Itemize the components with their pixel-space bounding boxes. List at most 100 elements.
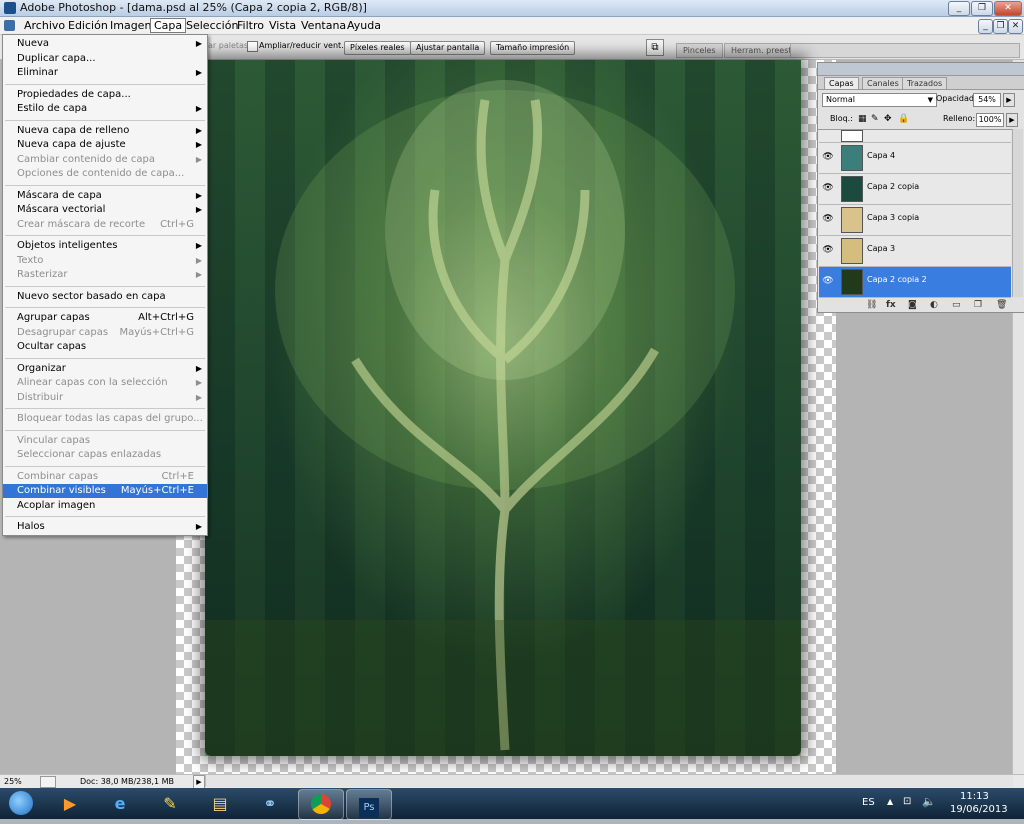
doc-restore-button[interactable]: ❐ [993, 19, 1008, 34]
layers-scrollbar[interactable] [1012, 129, 1023, 297]
menu-item-label: Ocultar capas [17, 341, 87, 352]
visibility-eye-icon[interactable]: 👁 [822, 214, 834, 224]
menu-ayuda[interactable]: Ayuda [344, 18, 384, 33]
menu-filtro[interactable]: Filtro [234, 18, 267, 33]
zoom-level[interactable]: 25% [4, 775, 22, 788]
submenu-arrow-icon: ▶ [195, 125, 202, 135]
menu-archivo[interactable]: Archivo [21, 18, 68, 33]
chrome-icon[interactable] [298, 789, 344, 820]
menu-item-eliminar[interactable]: Eliminar ▶ [3, 66, 207, 80]
menu-item-duplicar-capa[interactable]: Duplicar capa... [3, 52, 207, 66]
status-menu-arrow-icon[interactable]: ▶ [193, 775, 205, 789]
print-size-button[interactable]: Tamaño impresión [490, 41, 576, 55]
layer-row[interactable]: 👁 Capa 3 [819, 236, 1011, 267]
palette-well-icon[interactable]: ⧉ [646, 39, 664, 56]
clock-time[interactable]: 11:13 [960, 791, 989, 802]
tab-capas[interactable]: Capas [824, 77, 859, 89]
layer-row[interactable]: 👁 Capa 4 [819, 143, 1011, 174]
network-icon[interactable]: ⚭ [248, 789, 292, 818]
layer-row-partial[interactable] [819, 130, 1011, 143]
layer-name: Capa 3 [867, 244, 896, 253]
lock-transparency-icon[interactable]: ▦ [858, 114, 867, 124]
fx-icon[interactable]: fx [886, 300, 896, 310]
title-bar: Adobe Photoshop - [dama.psd al 25% (Capa… [0, 0, 1024, 17]
lock-paint-icon[interactable]: ✎ [871, 114, 879, 124]
menu-item-distribuir: Distribuir ▶ [3, 391, 207, 405]
horizontal-scrollbar[interactable] [205, 775, 1013, 787]
menu-vista[interactable]: Vista [266, 18, 299, 33]
doc-minimize-button[interactable]: _ [978, 19, 993, 34]
menu-item-estilo-de-capa[interactable]: Estilo de capa ▶ [3, 102, 207, 116]
opacity-input[interactable]: 54% [973, 93, 1001, 107]
lock-move-icon[interactable]: ✥ [884, 114, 892, 124]
menu-item-ocultar-capas[interactable]: Ocultar capas [3, 340, 207, 354]
visibility-eye-icon[interactable]: 👁 [822, 276, 834, 286]
minimize-button[interactable]: _ [948, 1, 970, 16]
menu-ventana[interactable]: Ventana [298, 18, 349, 33]
folder-icon[interactable]: ▭ [952, 300, 961, 310]
tab-pinceles[interactable]: Pinceles [676, 43, 723, 58]
layer-row[interactable]: 👁 Capa 2 copia [819, 174, 1011, 205]
blend-mode-select[interactable]: Normal ▼ [822, 93, 937, 107]
lock-all-icon[interactable]: 🔒 [898, 114, 909, 124]
opacity-slider-arrow-icon[interactable]: ▶ [1003, 93, 1015, 107]
volume-icon[interactable]: 🔈 [922, 795, 936, 808]
new-layer-icon[interactable]: ❐ [974, 300, 982, 310]
menu-item-label: Nueva [17, 38, 50, 49]
internet-explorer-icon[interactable]: e [98, 789, 142, 818]
window-title: Adobe Photoshop - [dama.psd al 25% (Capa… [20, 1, 367, 14]
visibility-eye-icon[interactable]: 👁 [822, 245, 834, 255]
show-hidden-icons-icon[interactable]: ▲ [887, 797, 893, 806]
layer-row[interactable]: 👁 Capa 3 copia [819, 205, 1011, 236]
clock-date[interactable]: 19/06/2013 [950, 804, 1008, 815]
menu-item-objetos-inteligentes[interactable]: Objetos inteligentes ▶ [3, 239, 207, 253]
restore-button[interactable]: ❐ [971, 1, 993, 16]
status-icon[interactable] [40, 776, 56, 788]
menu-edicion[interactable]: Edición [65, 18, 111, 33]
menu-item-label: Cambiar contenido de capa [17, 153, 155, 165]
media-player-icon[interactable]: ▶ [48, 789, 92, 818]
trash-icon[interactable]: 🗑 [996, 300, 1007, 310]
menu-seleccion[interactable]: Selección [183, 18, 241, 33]
photoshop-icon[interactable]: Ps [346, 789, 392, 820]
layer-name: Capa 2 copia [867, 182, 920, 191]
menu-item-opciones-de-contenido-de-capa: Opciones de contenido de capa... [3, 167, 207, 181]
menu-item-propiedades-de-capa[interactable]: Propiedades de capa... [3, 88, 207, 102]
menu-item-agrupar-capas[interactable]: Agrupar capas Alt+Ctrl+G [3, 311, 207, 325]
fit-screen-button[interactable]: Ajustar pantalla [410, 41, 486, 55]
menu-item-label: Combinar capas [17, 470, 99, 482]
explorer-icon[interactable]: ▤ [198, 789, 242, 818]
submenu-arrow-icon: ▶ [195, 270, 202, 279]
language-indicator[interactable]: ES [862, 797, 875, 808]
tab-trazados[interactable]: Trazados [902, 77, 948, 89]
doc-close-button[interactable]: ✕ [1008, 19, 1023, 34]
menu-item-nueva-capa-de-ajuste[interactable]: Nueva capa de ajuste ▶ [3, 138, 207, 152]
tab-canales[interactable]: Canales [862, 77, 904, 89]
menu-item-acoplar-imagen[interactable]: Acoplar imagen [3, 499, 207, 513]
zoom-resize-windows-checkbox[interactable] [247, 41, 258, 52]
layer-row[interactable]: 👁 Capa 2 copia 2 [819, 267, 1011, 298]
mask-icon[interactable]: ◙ [908, 300, 917, 310]
actual-pixels-button[interactable]: Píxeles reales [344, 41, 411, 55]
menu-capa[interactable]: Capa [150, 18, 187, 33]
menu-item-halos[interactable]: Halos ▶ [3, 520, 207, 534]
menu-item-texto: Texto ▶ [3, 254, 207, 268]
visibility-eye-icon[interactable]: 👁 [822, 152, 834, 162]
link-icon[interactable]: ⛓ [866, 300, 877, 310]
menu-item-nueva-capa-de-relleno[interactable]: Nueva capa de relleno ▶ [3, 124, 207, 138]
menu-imagen[interactable]: Imagen [107, 18, 154, 33]
menu-item-mascara-vectorial[interactable]: Máscara vectorial ▶ [3, 203, 207, 217]
menu-item-combinar-visibles[interactable]: Combinar visibles Mayús+Ctrl+E [3, 484, 207, 498]
menu-item-organizar[interactable]: Organizar ▶ [3, 362, 207, 376]
fill-input[interactable]: 100% [976, 113, 1004, 127]
close-button[interactable]: ✕ [994, 1, 1022, 16]
menu-item-nueva[interactable]: Nueva ▶ [3, 37, 207, 51]
start-orb-icon[interactable] [2, 789, 40, 818]
adjustment-icon[interactable]: ◐ [930, 300, 938, 310]
menu-item-mascara-de-capa[interactable]: Máscara de capa ▶ [3, 189, 207, 203]
paint-icon[interactable]: ✎ [148, 789, 192, 818]
network-tray-icon[interactable]: ⊡ [903, 796, 911, 807]
visibility-eye-icon[interactable]: 👁 [822, 183, 834, 193]
fill-slider-arrow-icon[interactable]: ▶ [1006, 113, 1018, 127]
menu-item-nuevo-sector-basado-en-capa[interactable]: Nuevo sector basado en capa [3, 290, 207, 304]
